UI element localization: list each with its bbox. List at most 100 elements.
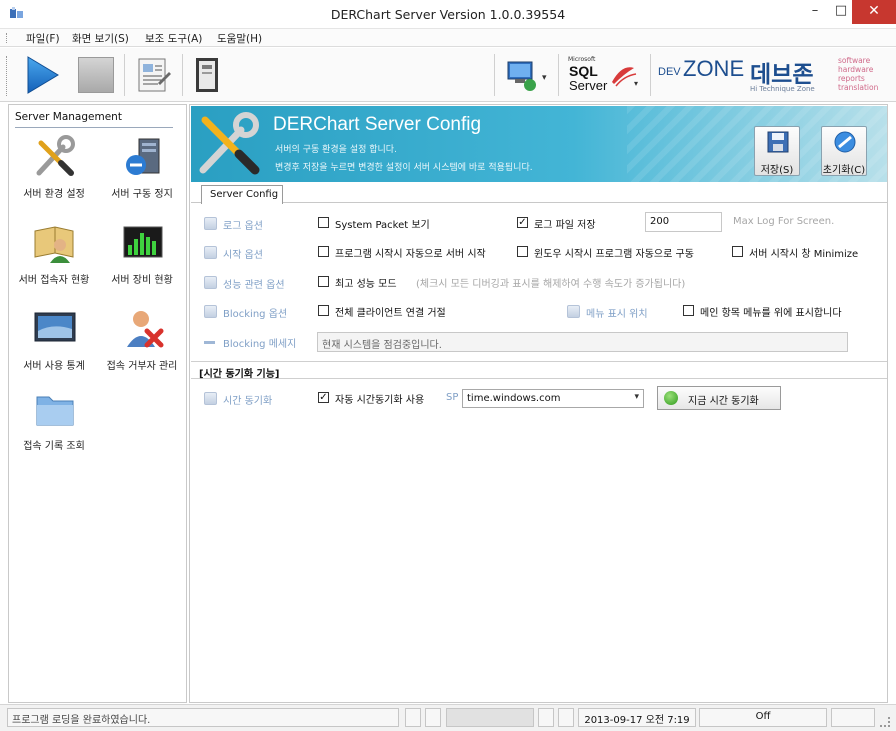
status-bar: 프로그램 로딩을 완료하였습니다. 2013-09-17 오전 7:19 Off	[0, 704, 896, 731]
log-option-icon	[204, 217, 217, 230]
banner-title: DERChart Server Config	[273, 114, 482, 135]
report-icon[interactable]	[136, 55, 172, 95]
book-icon[interactable]	[192, 56, 222, 96]
block-all-clients-checkbox[interactable]	[318, 305, 329, 316]
reset-button-label: 초기화(C)	[822, 165, 866, 176]
svg-text:▾: ▾	[634, 79, 638, 88]
save-button[interactable]: 저장(S)	[754, 126, 800, 176]
floppy-icon	[767, 131, 789, 153]
main-menu-top-checkbox[interactable]	[683, 305, 694, 316]
status-cell	[425, 708, 441, 727]
sidebar-item-connected-users[interactable]: 서버 접속자 현황	[9, 221, 99, 291]
windows-autostart-checkbox[interactable]	[517, 246, 528, 257]
toolbar-separator	[558, 54, 559, 96]
sql-brand-small: Microsoft	[568, 56, 596, 63]
sidebar-item-usage-stats[interactable]: 서버 사용 통계	[9, 307, 99, 377]
auto-sync-label: 자동 시간동기화 사용	[335, 395, 425, 406]
devzone-side-2: hardware	[838, 65, 874, 74]
reset-button[interactable]: 초기화(C)	[821, 126, 867, 176]
window-title: DERChart Server Version 1.0.0.39554	[330, 7, 566, 22]
toolbar-grip	[6, 56, 9, 96]
sync-server-select[interactable]: time.windows.com ▾	[462, 389, 644, 408]
blocking-message-icon	[204, 341, 215, 344]
status-cell	[405, 708, 421, 727]
tab-server-config[interactable]: Server Config	[201, 185, 283, 204]
sync-server-value: time.windows.com	[467, 393, 561, 404]
sync-now-button[interactable]: 지금 시간 동기화	[657, 386, 781, 410]
max-log-hint: Max Log For Screen.	[733, 216, 835, 227]
monitor-icon	[34, 312, 76, 342]
sidebar-item-label: 서버 장비 현황	[111, 275, 173, 286]
sync-now-label: 지금 시간 동기화	[688, 396, 759, 407]
auto-sync-checkbox[interactable]: ✓	[318, 392, 329, 403]
log-count-input[interactable]: 200	[645, 212, 722, 232]
play-icon[interactable]	[22, 54, 62, 96]
devzone-korean: 데브존	[750, 62, 814, 88]
block-all-clients-label: 전체 클라이언트 연결 거절	[335, 308, 446, 319]
sql-brand-line1: SQL	[569, 63, 598, 79]
save-button-label: 저장(S)	[760, 165, 794, 176]
resize-grip-icon[interactable]	[880, 717, 890, 727]
menu-file[interactable]: 파일(F)	[26, 31, 60, 46]
auto-start-server-label: 프로그램 시작시 자동으로 서버 시작	[335, 249, 486, 260]
menu-bar: 파일(F) 화면 보기(S) 보조 도구(A) 도움말(H)	[0, 29, 896, 47]
minimize-button[interactable]: –	[800, 0, 830, 24]
status-message: 프로그램 로딩을 완료하였습니다.	[7, 708, 399, 727]
start-option-label: 시작 옵션	[223, 250, 263, 261]
stop-icon[interactable]	[78, 57, 114, 93]
sidebar: Server Management 서버 환경 설정 서버 구동 정지 서버 접…	[8, 104, 187, 703]
banner-tools-icon	[199, 112, 260, 175]
sidebar-item-label: 서버 구동 정지	[111, 189, 173, 200]
status-progress	[446, 708, 534, 727]
sidebar-item-access-log[interactable]: 접속 기록 조회	[9, 387, 99, 457]
user-deny-icon	[127, 311, 164, 348]
no-entry-icon	[834, 131, 856, 153]
sidebar-item-server-stop[interactable]: 서버 구동 정지	[97, 135, 187, 205]
status-datetime: 2013-09-17 오전 7:19	[578, 708, 696, 727]
minimize-on-start-checkbox[interactable]	[732, 246, 743, 257]
status-cell	[831, 708, 875, 727]
sidebar-item-label: 접속 거부자 관리	[106, 361, 178, 372]
sql-server-mark-icon: ▾	[612, 67, 638, 88]
svg-text:▾: ▾	[542, 73, 547, 83]
blocking-message-input[interactable]: 현재 시스템을 점검중입니다.	[317, 332, 848, 352]
close-button[interactable]: ✕	[852, 0, 896, 24]
menu-position-label: 메뉴 표시 위치	[586, 309, 648, 320]
globe-icon	[664, 391, 678, 405]
menu-tools[interactable]: 보조 도구(A)	[145, 31, 202, 46]
network-computer-icon[interactable]: ▾	[504, 58, 548, 94]
sql-brand-line2: Server	[569, 78, 608, 93]
menu-help[interactable]: 도움말(H)	[217, 31, 262, 46]
status-cell	[538, 708, 554, 727]
log-option-label: 로그 옵션	[223, 221, 263, 232]
sidebar-item-deny-management[interactable]: 접속 거부자 관리	[97, 307, 187, 377]
max-perf-mode-checkbox[interactable]	[318, 276, 329, 287]
sidebar-item-server-config[interactable]: 서버 환경 설정	[9, 135, 99, 205]
banner-subtitle-1: 서버의 구동 환경을 설정 합니다.	[275, 145, 397, 155]
status-cell	[558, 708, 574, 727]
log-file-save-checkbox[interactable]: ✓	[517, 217, 528, 228]
menu-grip	[6, 33, 9, 43]
sidebar-item-server-hardware[interactable]: 서버 장비 현황	[97, 221, 187, 291]
perf-hint: (체크시 모든 디버깅과 표시를 해제하여 수행 속도가 증가됩니다)	[416, 279, 686, 290]
sidebar-item-label: 서버 환경 설정	[23, 189, 85, 200]
time-sync-icon	[204, 392, 217, 405]
start-option-icon	[204, 246, 217, 259]
system-packet-checkbox[interactable]	[318, 217, 329, 228]
main-menu-top-label: 메인 항목 메뉴를 위에 표시합니다	[700, 308, 842, 319]
sidebar-header: Server Management	[15, 111, 173, 128]
sidebar-item-label: 서버 사용 통계	[23, 361, 85, 372]
tab-bar: Server Config	[191, 185, 887, 204]
folder-icon	[36, 396, 74, 426]
sql-server-logo[interactable]: Microsoft SQL Server ▾	[566, 56, 642, 96]
maximize-button[interactable]: □	[830, 0, 852, 24]
blocking-option-icon	[204, 305, 217, 318]
menu-view[interactable]: 화면 보기(S)	[72, 31, 129, 46]
auto-start-server-checkbox[interactable]	[318, 246, 329, 257]
log-file-save-label: 로그 파일 저장	[534, 220, 596, 231]
system-packet-label: System Packet 보기	[335, 220, 430, 231]
toolbar-separator	[124, 54, 125, 96]
banner-subtitle-2: 변경후 저장을 누르면 변경한 설정이 서버 시스템에 바로 적용됩니다.	[275, 163, 533, 173]
sidebar-item-label: 서버 접속자 현황	[18, 275, 90, 286]
perf-option-icon	[204, 276, 217, 289]
